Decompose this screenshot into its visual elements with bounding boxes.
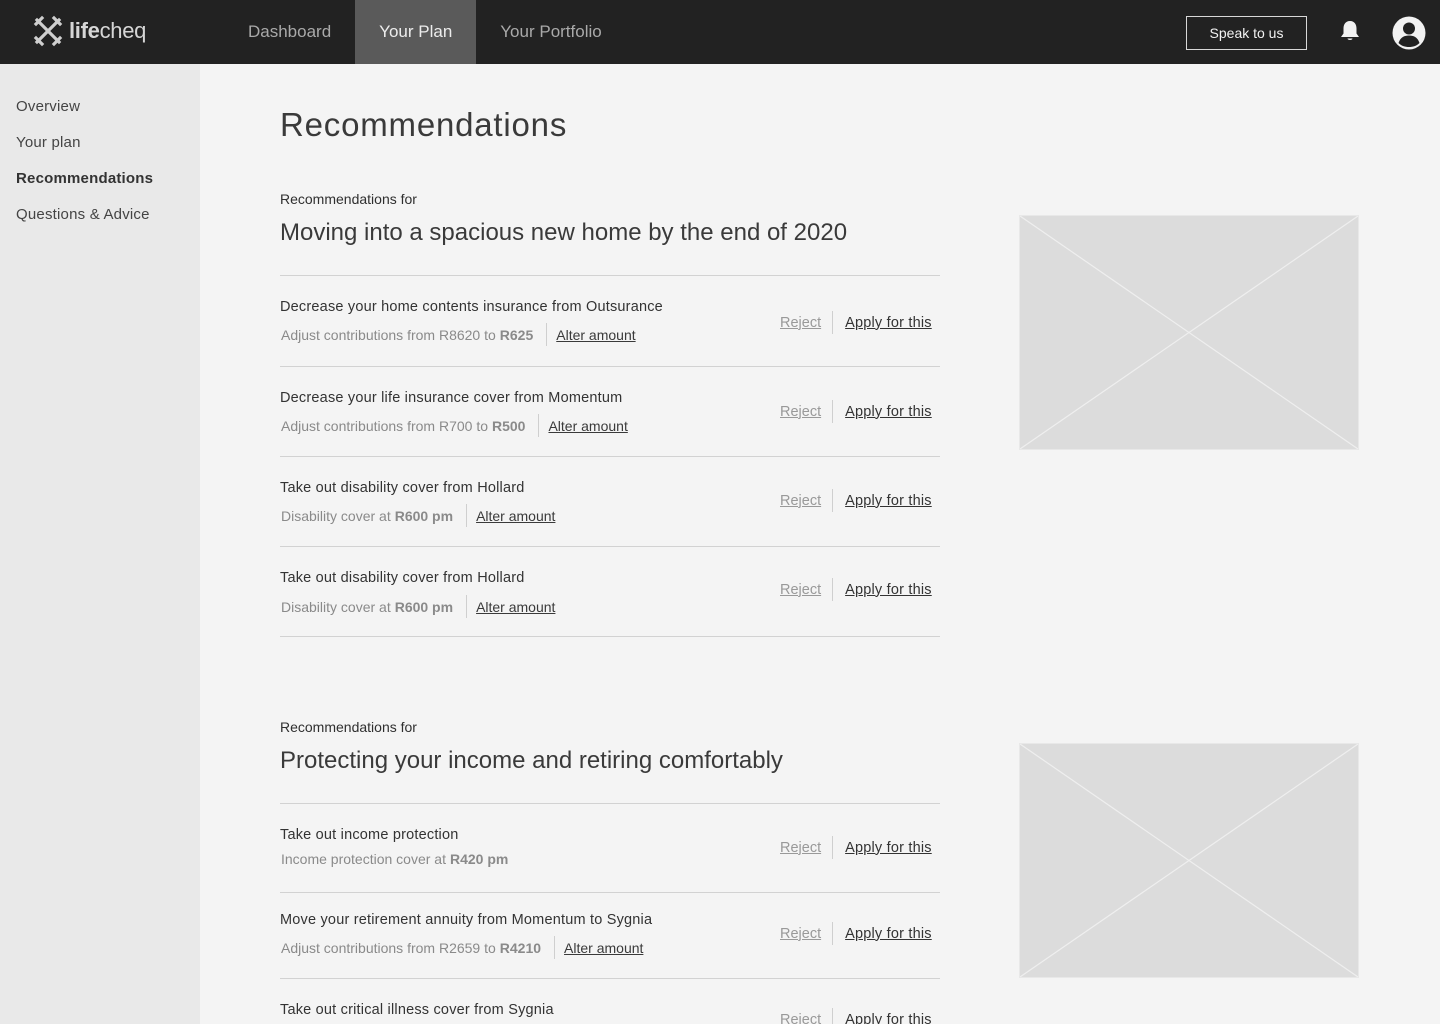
rec-amount: R600 pm: [394, 507, 454, 524]
rec-title: Take out disability cover from Hollard: [280, 570, 525, 586]
tab-your-plan[interactable]: Your Plan: [355, 0, 477, 64]
separator: [832, 489, 834, 512]
separator: [466, 595, 468, 618]
divider: [280, 978, 940, 979]
rec-title: Take out disability cover from Hollard: [280, 480, 525, 496]
rec-title: Take out critical illness cover from Syg…: [280, 1002, 554, 1018]
rec-detail-text: Income protection cover at: [281, 851, 446, 867]
divider: [280, 456, 940, 457]
rec-detail: Disability cover at R600 pm Alter amount: [281, 595, 555, 618]
apply-link[interactable]: Apply for this: [845, 840, 932, 856]
divider: [280, 892, 940, 893]
rec-detail: Adjust contributions from R8620 to R625 …: [281, 323, 636, 346]
rec-actions: Reject Apply for this: [780, 836, 932, 859]
rec-title: Decrease your home contents insurance fr…: [280, 299, 663, 315]
user-avatar-icon[interactable]: [1392, 16, 1426, 50]
separator: [466, 504, 468, 527]
divider: [280, 546, 940, 547]
separator: [538, 414, 540, 437]
rec-detail-text: Adjust contributions from R8620 to: [281, 326, 496, 343]
reject-link[interactable]: Reject: [780, 404, 821, 420]
rec-detail-text: Disability cover at: [281, 507, 391, 524]
divider: [280, 636, 940, 637]
rec-amount: R500: [492, 417, 526, 434]
rec-detail: Disability cover at R600 pm Alter amount: [281, 504, 555, 527]
apply-link[interactable]: Apply for this: [845, 1012, 932, 1024]
rec-actions: Reject Apply for this: [780, 400, 932, 423]
apply-link[interactable]: Apply for this: [845, 404, 932, 420]
bell-icon[interactable]: [1339, 19, 1361, 43]
rec-detail-text: Adjust contributions from R700 to: [281, 417, 488, 434]
separator: [546, 323, 548, 346]
rec-detail-text: Adjust contributions from R2659 to: [281, 939, 496, 956]
logo-wordmark: lifecheq: [69, 18, 147, 43]
section-pre-label: Recommendations for: [280, 191, 417, 207]
rec-detail: Income protection cover at R420 pm: [281, 851, 508, 867]
rec-actions: Reject Apply for this: [780, 922, 932, 945]
divider: [280, 803, 940, 804]
section-title: Moving into a spacious new home by the e…: [280, 219, 848, 246]
separator: [832, 311, 834, 334]
alter-amount-link[interactable]: Alter amount: [548, 418, 627, 434]
divider: [280, 275, 940, 276]
separator: [832, 1008, 834, 1024]
alter-amount-link[interactable]: Alter amount: [476, 508, 555, 524]
alter-amount-link[interactable]: Alter amount: [556, 327, 635, 343]
alter-amount-link[interactable]: Alter amount: [564, 940, 643, 956]
section-title: Protecting your income and retiring comf…: [280, 747, 783, 774]
main-nav: Dashboard Your Plan Your Portfolio: [224, 0, 626, 64]
tab-dashboard[interactable]: Dashboard: [224, 0, 355, 64]
reject-link[interactable]: Reject: [780, 840, 821, 856]
top-navigation-bar: lifecheq Dashboard Your Plan Your Portfo…: [0, 0, 1440, 64]
rec-amount: R4210: [499, 939, 542, 956]
image-placeholder: [1019, 743, 1359, 978]
rec-actions: Reject Apply for this: [780, 1008, 932, 1024]
rec-actions: Reject Apply for this: [780, 578, 932, 601]
rec-detail-text: Disability cover at: [281, 598, 391, 615]
rec-detail: Adjust contributions from R2659 to R4210…: [281, 936, 643, 959]
apply-link[interactable]: Apply for this: [845, 493, 932, 509]
separator: [832, 836, 834, 859]
separator: [832, 400, 834, 423]
reject-link[interactable]: Reject: [780, 493, 821, 509]
separator: [832, 922, 834, 945]
page-title: Recommendations: [280, 106, 568, 143]
alter-amount-link[interactable]: Alter amount: [476, 599, 555, 615]
reject-link[interactable]: Reject: [780, 926, 821, 942]
rec-amount: R625: [499, 326, 534, 343]
sidebar-item-your-plan[interactable]: Your plan: [16, 134, 81, 151]
separator: [832, 578, 834, 601]
speak-to-us-button[interactable]: Speak to us: [1186, 16, 1307, 50]
section-pre-label: Recommendations for: [280, 719, 417, 735]
separator: [554, 936, 556, 959]
divider: [280, 366, 940, 367]
lifecheq-logo-icon: [33, 15, 63, 47]
sidebar-item-questions-advice[interactable]: Questions & Advice: [16, 206, 150, 223]
apply-link[interactable]: Apply for this: [845, 582, 932, 598]
rec-detail: Adjust contributions from R700 to R500 A…: [281, 414, 628, 437]
lifecheq-logo[interactable]: lifecheq: [33, 15, 146, 47]
rec-title: Take out income protection: [280, 827, 459, 843]
rec-amount: R600 pm: [394, 598, 454, 615]
sidebar-item-overview[interactable]: Overview: [16, 98, 80, 115]
rec-amount: R420 pm: [449, 851, 509, 867]
sidebar-item-recommendations[interactable]: Recommendations: [16, 170, 153, 187]
reject-link[interactable]: Reject: [780, 582, 821, 598]
apply-link[interactable]: Apply for this: [845, 315, 932, 331]
image-placeholder: [1019, 215, 1359, 450]
reject-link[interactable]: Reject: [780, 315, 821, 331]
rec-actions: Reject Apply for this: [780, 311, 932, 334]
rec-title: Decrease your life insurance cover from …: [280, 390, 623, 406]
sidebar: Overview Your plan Recommendations Quest…: [0, 64, 200, 1024]
tab-your-portfolio[interactable]: Your Portfolio: [476, 0, 625, 64]
rec-title: Move your retirement annuity from Moment…: [280, 912, 653, 928]
rec-actions: Reject Apply for this: [780, 489, 932, 512]
apply-link[interactable]: Apply for this: [845, 926, 932, 942]
reject-link[interactable]: Reject: [780, 1012, 821, 1024]
